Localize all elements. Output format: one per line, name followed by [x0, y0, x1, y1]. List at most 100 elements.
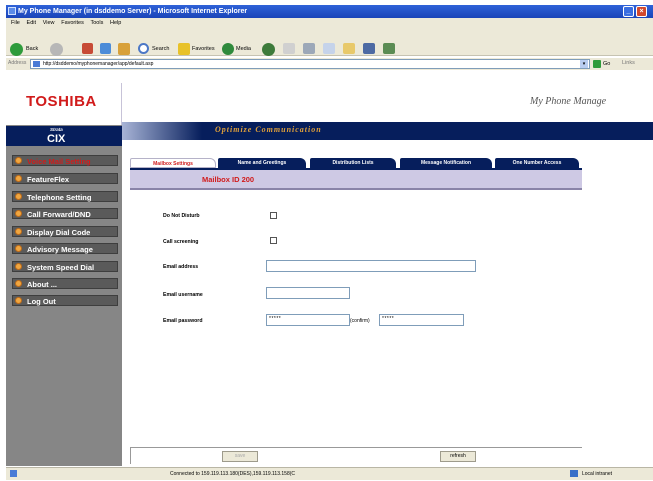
mailbox-header — [130, 170, 582, 190]
status-text: Connected to 159.119.113.180(DES),159.11… — [170, 471, 295, 477]
window-titlebar: My Phone Manager (in dsddemo Server) - M… — [6, 5, 653, 18]
messenger-icon[interactable] — [383, 43, 395, 54]
bottom-divider-left — [130, 448, 131, 464]
bottom-divider — [130, 447, 582, 448]
tab-label: One Number Access — [512, 160, 562, 166]
tab-one-number-access[interactable]: One Number Access — [495, 158, 579, 168]
bullet-icon — [15, 175, 22, 182]
bullet-icon — [15, 228, 22, 235]
refresh-icon[interactable] — [100, 43, 111, 54]
do-not-disturb-checkbox[interactable] — [270, 212, 277, 219]
logo-cix-text: CIX — [47, 133, 66, 145]
minimize-button[interactable]: _ — [623, 6, 634, 17]
go-button[interactable]: Go — [593, 59, 615, 69]
page-icon — [33, 61, 40, 67]
menu-tools[interactable]: Tools — [91, 18, 104, 28]
call-screening-checkbox[interactable] — [270, 237, 277, 244]
menu-file[interactable]: File — [11, 18, 20, 28]
email-password-label: Email password — [163, 318, 203, 324]
email-username-field[interactable] — [266, 287, 350, 299]
sidebar-item-voice-mail-setting[interactable]: Voice Mail Setting — [12, 155, 118, 166]
confirm-label: (confirm) — [350, 318, 370, 324]
back-arrow-icon[interactable] — [10, 43, 23, 56]
favorites-star-icon[interactable] — [178, 43, 190, 55]
folder-icon[interactable] — [343, 43, 355, 54]
confirm-password-field[interactable]: ***** — [379, 314, 464, 326]
email-password-field[interactable]: ***** — [266, 314, 350, 326]
print-icon[interactable] — [303, 43, 315, 54]
bullet-icon — [15, 210, 22, 217]
sidebar-item-call-forward-dnd[interactable]: Call Forward/DND — [12, 208, 118, 219]
header-band-gradient — [122, 122, 202, 140]
tab-name-and-greetings[interactable]: Name and Greetings — [218, 158, 306, 168]
refresh-button[interactable]: refresh — [440, 451, 476, 462]
tab-distribution-lists[interactable]: Distribution Lists — [310, 158, 396, 168]
tab-label: Name and Greetings — [237, 160, 287, 166]
chevron-down-icon[interactable]: ▾ — [580, 60, 588, 68]
forward-arrow-icon[interactable] — [50, 43, 63, 56]
close-button[interactable]: × — [636, 6, 647, 17]
sidebar-item-telephone-setting[interactable]: Telephone Setting — [12, 191, 118, 202]
search-button[interactable]: Search — [152, 46, 169, 52]
links-button[interactable]: Links — [622, 60, 635, 66]
call-screening-label: Call screening — [163, 239, 199, 245]
sidebar-item-label: Display Dial Code — [27, 228, 91, 237]
bullet-icon — [15, 280, 22, 287]
media-button[interactable]: Media — [236, 46, 251, 52]
bullet-icon — [15, 297, 22, 304]
bullet-icon — [15, 157, 22, 164]
sidebar-item-featureflex[interactable]: FeatureFlex — [12, 173, 118, 184]
sidebar-item-advisory-message[interactable]: Advisory Message — [12, 243, 118, 254]
bullet-icon — [15, 193, 22, 200]
app-title: My Phone Manage — [530, 96, 607, 107]
mailbox-id-label: Mailbox ID 200 — [202, 175, 255, 184]
bullet-icon — [15, 263, 22, 270]
media-icon[interactable] — [222, 43, 234, 55]
toshiba-logo: TOSHIBA — [26, 93, 97, 110]
search-icon[interactable] — [138, 43, 149, 54]
history-icon[interactable] — [262, 43, 275, 56]
window-title: My Phone Manager (in dsddemo Server) - M… — [18, 8, 248, 15]
logo-strata-text: Strata — [50, 127, 63, 132]
ie-icon — [8, 7, 16, 15]
mail-icon[interactable] — [283, 43, 295, 54]
back-button[interactable]: Back — [26, 46, 38, 52]
menu-favorites[interactable]: Favorites — [61, 18, 84, 28]
menu-help[interactable]: Help — [110, 18, 121, 28]
security-zone-label: Local intranet — [582, 471, 613, 477]
sidebar-item-label: System Speed Dial — [27, 263, 95, 272]
tagline: Optimize Communication — [215, 125, 322, 134]
discuss-icon[interactable] — [363, 43, 375, 54]
address-label: Address — [8, 60, 27, 66]
save-button[interactable]: save — [222, 451, 258, 462]
edit-icon[interactable] — [323, 43, 335, 54]
sidebar-item-label: FeatureFlex — [27, 175, 70, 184]
tab-mailbox-settings[interactable]: Mailbox Settings — [130, 158, 216, 168]
page-status-icon — [10, 470, 17, 477]
home-icon[interactable] — [118, 43, 130, 55]
do-not-disturb-label: Do Not Disturb — [163, 213, 200, 219]
sidebar-item-display-dial-code[interactable]: Display Dial Code — [12, 226, 118, 237]
email-address-label: Email address — [163, 264, 199, 270]
menu-view[interactable]: View — [43, 18, 55, 28]
sidebar-item-label: Telephone Setting — [27, 193, 92, 202]
favorites-button[interactable]: Favorites — [192, 46, 215, 52]
address-input[interactable]: http://dsddemo/myphonemanager/app/defaul… — [30, 59, 590, 69]
sidebar-item-label: Log Out — [27, 297, 56, 306]
tab-message-notification[interactable]: Message Notification — [400, 158, 492, 168]
sidebar-item-label: Voice Mail Setting — [27, 157, 91, 166]
intranet-zone-icon — [570, 470, 578, 477]
email-username-label: Email username — [163, 292, 203, 298]
email-address-field[interactable] — [266, 260, 476, 272]
sidebar-item-label: Call Forward/DND — [27, 210, 91, 219]
sidebar-item-label: About ... — [27, 280, 57, 289]
status-bar — [6, 467, 653, 480]
menu-edit[interactable]: Edit — [27, 18, 36, 28]
tab-label: Message Notification — [420, 160, 471, 166]
menu-bar: File Edit View Favorites Tools Help — [6, 18, 653, 28]
stop-icon[interactable] — [82, 43, 93, 54]
sidebar-item-log-out[interactable]: Log Out — [12, 295, 118, 306]
sidebar-item-label: Advisory Message — [27, 245, 93, 254]
sidebar-item-system-speed-dial[interactable]: System Speed Dial — [12, 261, 118, 272]
sidebar-item-about[interactable]: About ... — [12, 278, 118, 289]
